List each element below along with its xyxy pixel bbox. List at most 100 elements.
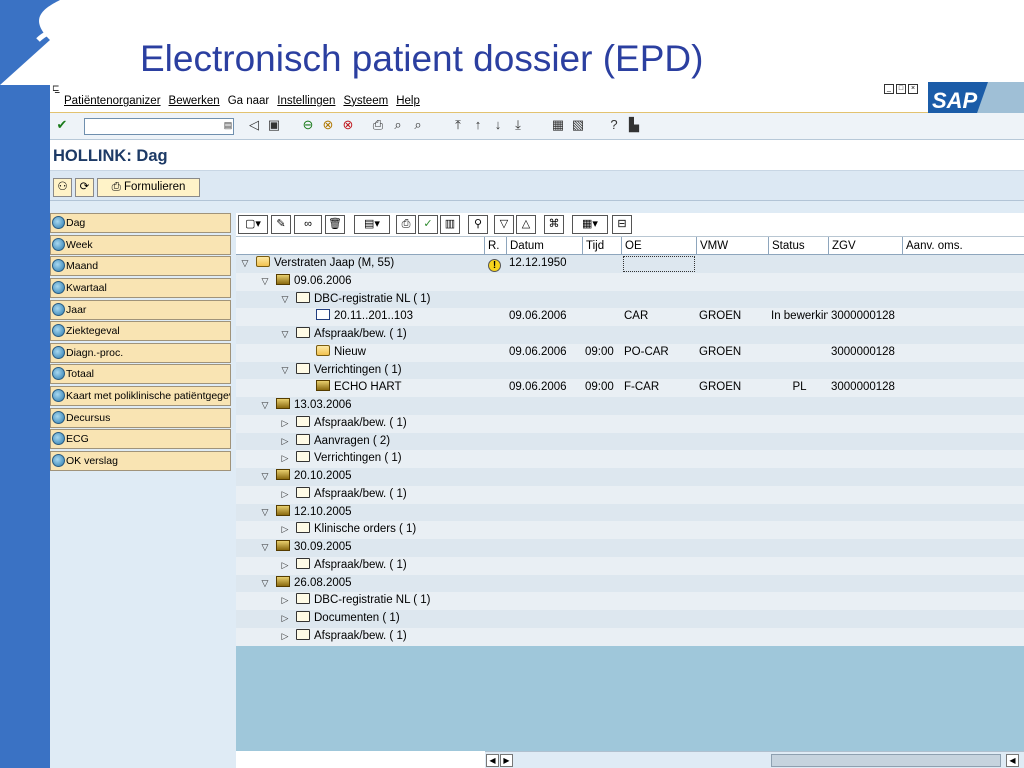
nav-diagn-proc[interactable]: Diagn.-proc. [50,342,231,363]
tree-node[interactable]: ▽ DBC-registratie NL ( 1) [236,291,484,309]
exit-icon[interactable]: ⊗ [320,117,336,133]
collapse-icon[interactable]: ▽ [280,362,290,380]
expand-icon[interactable]: ▷ [280,415,290,433]
command-field[interactable] [84,118,234,135]
glasses-display-icon[interactable]: ∞ [294,215,322,234]
oe-focus-cell[interactable] [623,256,695,272]
col-vmw[interactable]: VMW [696,237,768,255]
tree-node[interactable]: ▽ 20.10.2005 [236,468,484,486]
col-zgv[interactable]: ZGV [828,237,902,255]
expand-icon[interactable]: ▷ [280,486,290,504]
collapse-icon[interactable]: ▽ [260,468,270,486]
print-icon[interactable]: ⎙ [370,117,386,133]
tree-node[interactable]: ▽ 26.08.2005 [236,575,484,593]
expand-icon[interactable]: ▷ [280,433,290,451]
collapse-icon[interactable]: ▽ [280,291,290,309]
col-r[interactable]: R. [484,237,506,255]
menu-systeem[interactable]: Systeem [343,95,388,107]
tree-row[interactable]: ▷ Klinische orders ( 1) [236,521,1024,539]
tree-row[interactable]: ▽ 26.08.2005 [236,574,1024,593]
nav-totaal[interactable]: Totaal [50,364,231,385]
person-filter-icon[interactable]: ⚲ [468,215,488,234]
tree-node[interactable]: ▽ 12.10.2005 [236,504,484,522]
binoculars-find-icon[interactable]: ⌘ [544,215,564,234]
collapse-icon[interactable]: ▽ [260,397,270,415]
scroll-left-icon[interactable]: ◀ [486,754,499,767]
cancel-icon[interactable]: ⊗ [340,117,356,133]
nav-dag[interactable]: Dag [50,213,231,233]
tree-node[interactable]: ▷ Afspraak/bew. ( 1) [236,415,484,433]
expand-icon[interactable]: ▷ [280,521,290,539]
nav-kaart-poliklinisch[interactable]: Kaart met poliklinische patiëntgegevens [50,386,231,407]
tree-row[interactable]: ▽ Verrichtingen ( 1) [236,361,1024,380]
collapse-icon[interactable]: ▽ [260,273,270,291]
scroll-end-icon[interactable]: ◀ [1006,754,1019,767]
delete-trash-icon[interactable]: 🗑 [325,215,345,234]
details-menu-icon[interactable]: ▤▾ [354,215,390,234]
horizontal-scrollbar[interactable]: ◀ ▶ ◀ [485,751,1024,768]
nav-week[interactable]: Week [50,234,231,255]
expand-icon[interactable]: ▷ [280,610,290,628]
collapse-icon[interactable]: ▽ [260,575,270,593]
previous-page-icon[interactable]: ↑ [470,117,486,133]
menu-bewerken[interactable]: Bewerken [169,95,220,107]
tree-node[interactable]: ▷ Afspraak/bew. ( 1) [236,486,484,504]
nav-ecg[interactable]: ECG [50,429,231,450]
tree-node[interactable]: ▷ Afspraak/bew. ( 1) [236,628,484,646]
collapse-icon[interactable]: ▽ [260,539,270,557]
menu-help[interactable]: Help [396,95,420,107]
shortcut-icon[interactable]: ▧ [570,117,586,133]
tree-node[interactable]: ▽ Verstraten Jaap (M, 55) [236,255,484,273]
nav-ok-verslag[interactable]: OK verslag [50,451,231,472]
nav-decursus[interactable]: Decursus [50,407,231,428]
expand-icon[interactable]: ▷ [280,628,290,646]
expand-icon[interactable]: ▷ [280,557,290,575]
tree-row[interactable]: ▽ 12.10.2005 [236,503,1024,522]
tree-node[interactable]: ▷ Klinische orders ( 1) [236,521,484,539]
system-menu-icon[interactable]: ⊏̲ [52,83,60,94]
save-icon[interactable]: ▣ [266,117,282,133]
tree-row[interactable]: ▷ DBC-registratie NL ( 1) [236,592,1024,610]
last-page-icon[interactable]: ⤓ [510,117,526,133]
hierarchy-icon[interactable]: ⚇ [53,178,72,197]
tree-node[interactable]: ▽ 30.09.2005 [236,539,484,557]
maximize-icon[interactable]: □ [896,84,906,94]
refresh-icon[interactable]: ⟳ [75,178,94,197]
nav-ziektegeval[interactable]: Ziektegeval [50,321,231,342]
sort-descending-icon[interactable]: ▽ [494,215,514,234]
tree-row[interactable]: ▽ 30.09.2005 [236,539,1024,557]
tree-row[interactable]: ▽ DBC-registratie NL ( 1) [236,290,1024,309]
tree-row[interactable]: ECHO HART 09.06.2006 09:00 F-CAR GROEN PL 3000… [236,379,1024,397]
tree-node[interactable]: ▷ Verrichtingen ( 1) [236,450,484,468]
tree-row[interactable]: ▷ Afspraak/bew. ( 1) [236,627,1024,646]
sort-ascending-icon[interactable]: △ [516,215,536,234]
tree-node[interactable]: ▷ Aanvragen ( 2) [236,433,484,451]
tree-node[interactable]: ▷ DBC-registratie NL ( 1) [236,592,484,610]
column-layout-icon[interactable]: ▥ [440,215,460,234]
tree-node[interactable]: ▽ Verrichtingen ( 1) [236,362,484,380]
tree-row[interactable]: ▷ Aanvragen ( 2) [236,432,1024,451]
tree-node[interactable]: ▽ 09.06.2006 [236,273,484,291]
col-aanv-oms[interactable]: Aanv. oms. [902,237,1024,255]
scroll-right-icon[interactable]: ▶ [500,754,513,767]
print-list-icon[interactable]: ⎙ [396,215,416,234]
menu-ga-naar[interactable]: Ga naar [228,95,270,107]
collapse-icon[interactable]: ▽ [280,326,290,344]
expand-all-icon[interactable]: ⊟ [612,215,632,234]
collapse-icon[interactable]: ▽ [260,504,270,522]
tree-row[interactable]: ▷ Verrichtingen ( 1) [236,450,1024,468]
first-page-icon[interactable]: ⤒ [450,117,466,133]
tree-row[interactable]: ▽ Afspraak/bew. ( 1) [236,326,1024,344]
col-tijd[interactable]: Tijd [582,237,621,255]
menu-instellingen[interactable]: Instellingen [277,95,335,107]
edit-pencil-icon[interactable]: ✎ [271,215,291,234]
scroll-thumb[interactable] [771,754,1001,767]
command-dropdown-icon[interactable]: ▤ [220,117,236,133]
tree-row[interactable]: ▽ 20.10.2005 [236,468,1024,486]
tree-node[interactable]: Nieuw [236,344,484,362]
collapse-icon[interactable]: ▽ [240,255,250,273]
tree-row[interactable]: ▷ Afspraak/bew. ( 1) [236,556,1024,575]
formulieren-button[interactable]: ⎙ Formulieren [97,178,200,197]
minimize-icon[interactable]: _ [884,84,894,94]
nav-jaar[interactable]: Jaar [50,299,231,320]
